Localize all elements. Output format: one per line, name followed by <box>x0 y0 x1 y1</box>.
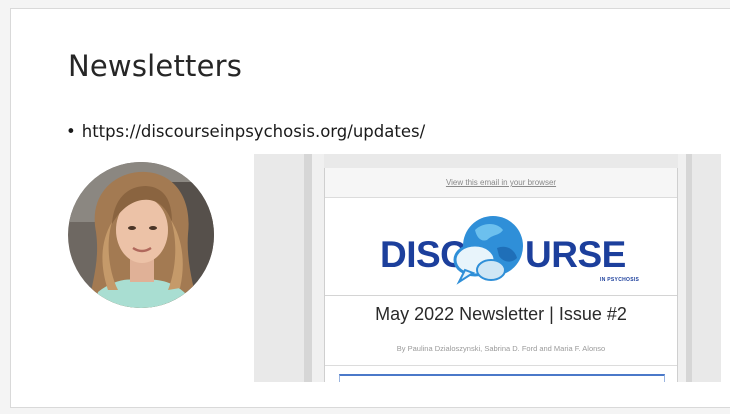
newsletter-screenshot: View this email in your browser DISC URS… <box>254 154 721 382</box>
bullet-item: • https://discourseinpsychosis.org/update… <box>66 122 425 141</box>
content-box <box>339 374 665 382</box>
frame-strip <box>312 154 324 382</box>
author-photo-image <box>68 162 214 308</box>
slide: Newsletters • https://discourseinpsychosi… <box>10 8 730 408</box>
globe-speech-bubble-icon <box>453 216 523 285</box>
frame-strip <box>678 154 686 382</box>
discourse-logo: DISC URSE IN PSYCHOSIS <box>325 198 677 296</box>
author-photo <box>68 162 214 308</box>
email-body: View this email in your browser DISC URS… <box>324 168 678 382</box>
view-in-browser-link[interactable]: View this email in your browser <box>325 168 677 198</box>
newsletter-byline: By Paulina Dzialoszynski, Sabrina D. For… <box>396 344 606 353</box>
logo-text-right: URSE <box>525 234 626 275</box>
frame-strip <box>304 154 312 382</box>
slide-title: Newsletters <box>68 49 243 83</box>
updates-link[interactable]: https://discourseinpsychosis.org/updates… <box>82 122 425 141</box>
divider <box>325 365 677 366</box>
newsletter-headline: May 2022 Newsletter | Issue #2 <box>375 304 627 324</box>
frame-strip <box>686 154 692 382</box>
logo-subtitle: IN PSYCHOSIS <box>600 277 640 283</box>
bullet-dot: • <box>66 122 76 141</box>
